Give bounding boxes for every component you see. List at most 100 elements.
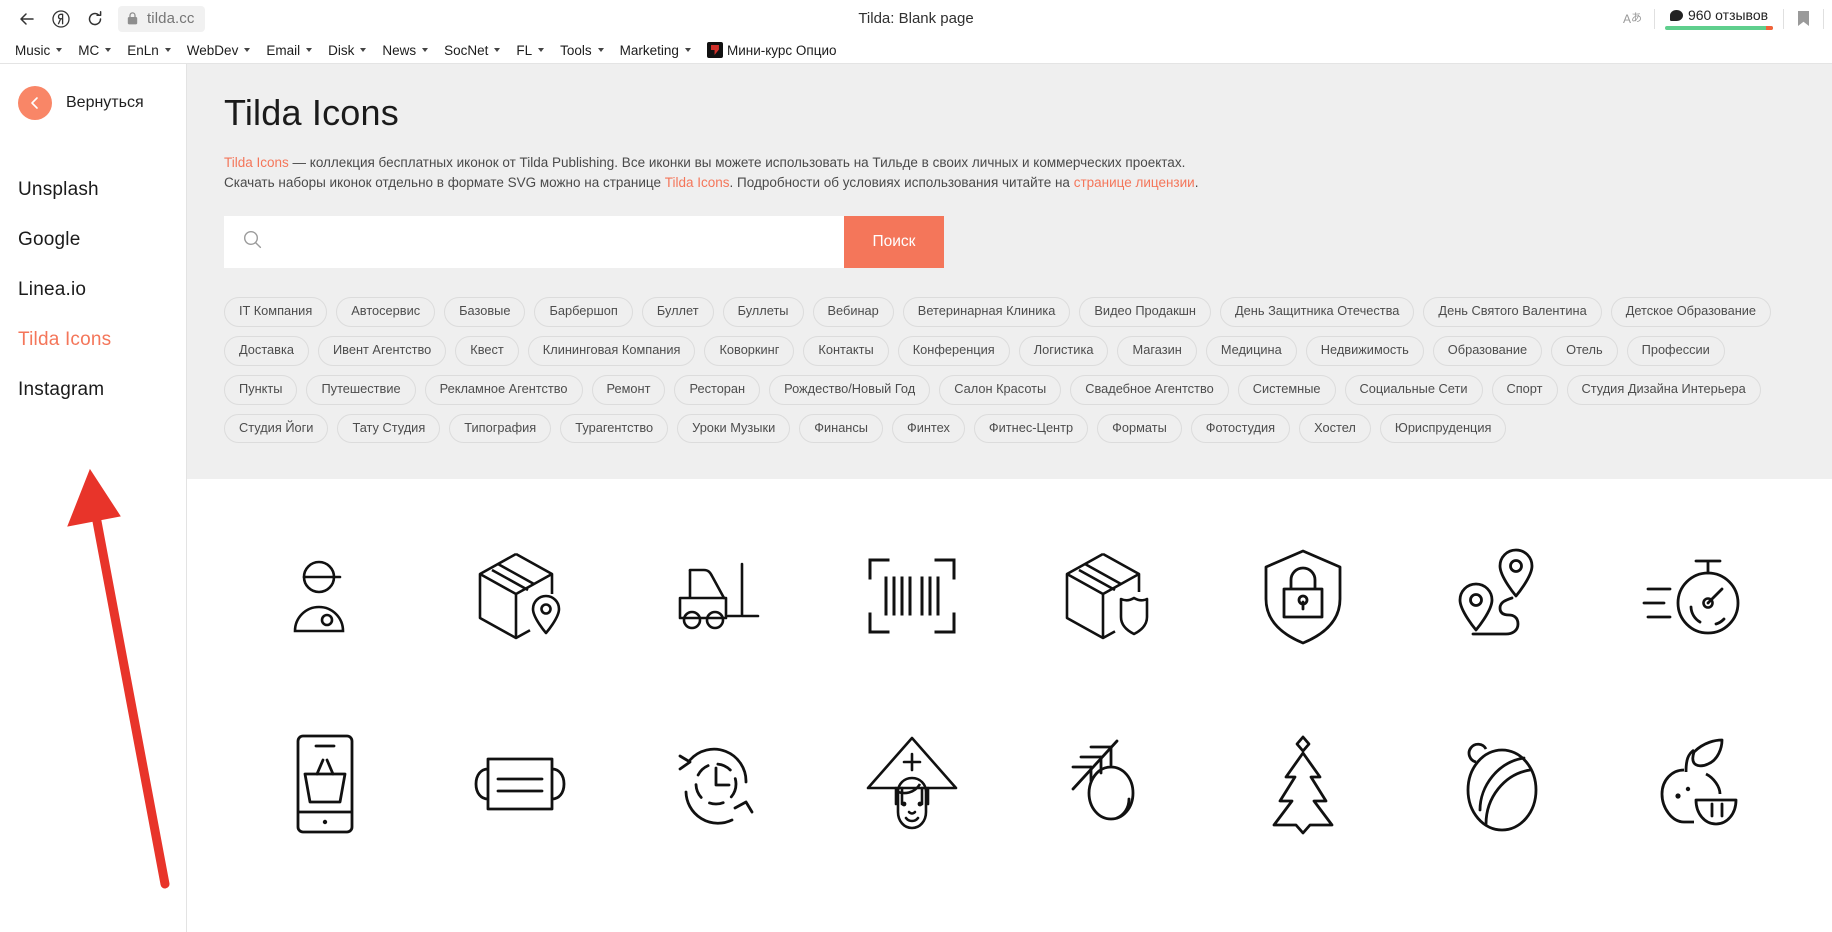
tag-chip[interactable]: Магазин [1117, 335, 1197, 366]
bookmark-item[interactable]: Email [259, 40, 319, 61]
branch-bauble-icon[interactable] [1010, 719, 1206, 849]
tag-chip[interactable]: Клининговая Компания [527, 335, 696, 366]
reviews-widget[interactable]: 960 отзывов [1655, 7, 1783, 30]
search-input[interactable] [263, 233, 844, 251]
translate-icon[interactable]: Aあ [1611, 4, 1654, 34]
bookmark-label: MC [78, 42, 100, 58]
back-button[interactable]: Вернуться [0, 79, 186, 127]
bookmark-icon[interactable] [1784, 4, 1823, 34]
tag-chip[interactable]: Хостел [1299, 413, 1371, 444]
bookmark-item[interactable]: Disk [321, 40, 373, 61]
tag-chip[interactable]: Ивент Агентство [317, 335, 447, 366]
tag-chip[interactable]: День Святого Валентина [1423, 297, 1602, 327]
tag-chip[interactable]: Недвижимость [1305, 335, 1424, 366]
tag-chip[interactable]: Студия Йоги [224, 413, 329, 444]
tag-chip[interactable]: Пункты [224, 374, 298, 405]
description-link-license[interactable]: странице лицензии [1074, 175, 1195, 190]
tag-chip[interactable]: Финансы [799, 413, 883, 444]
tag-chip[interactable]: Медицина [1205, 335, 1297, 366]
bookmark-item[interactable]: SocNet [437, 40, 507, 61]
tag-chip[interactable]: Барбершоп [534, 297, 633, 327]
tag-chip[interactable]: Студия Дизайна Интерьера [1566, 374, 1761, 405]
tag-chip[interactable]: Рождество/Новый Год [769, 374, 931, 405]
bookmark-item[interactable]: FL [509, 40, 551, 61]
package-shield-icon[interactable] [1010, 531, 1206, 661]
tag-chip[interactable]: Фотостудия [1190, 413, 1291, 444]
description-link-tilda-icons-2[interactable]: Tilda Icons [665, 175, 730, 190]
tag-chip[interactable]: Видео Продакшн [1079, 297, 1211, 327]
face-mask-icon[interactable] [423, 719, 619, 849]
tag-chip[interactable]: Свадебное Агентство [1070, 374, 1229, 405]
barcode-scan-icon[interactable] [814, 531, 1010, 661]
tag-chip[interactable]: Образование [1432, 335, 1543, 366]
clock-refresh-icon[interactable] [618, 719, 814, 849]
christmas-tree-icon[interactable] [1205, 719, 1401, 849]
bookmark-item[interactable]: Tools [553, 40, 611, 61]
bookmark-item[interactable]: MC [71, 40, 118, 61]
tag-chip[interactable]: Буллет [641, 297, 714, 327]
address-bar[interactable]: tilda.cc [118, 5, 205, 32]
tag-chip[interactable]: Салон Красоты [939, 374, 1062, 405]
tag-chip[interactable]: Ремонт [591, 374, 666, 405]
bookmark-item[interactable]: Marketing [613, 40, 698, 61]
description-link-tilda-icons-1[interactable]: Tilda Icons [224, 155, 289, 170]
package-location-icon[interactable] [423, 531, 619, 661]
girl-in-hood-icon[interactable] [814, 719, 1010, 849]
route-pins-icon[interactable] [1401, 531, 1597, 661]
tag-chip[interactable]: Турагентство [560, 413, 669, 444]
tag-chip[interactable]: Базовые [444, 297, 526, 327]
tag-chip[interactable]: Системные [1237, 374, 1336, 405]
bookmark-item[interactable]: EnLn [120, 40, 178, 61]
tag-chip[interactable]: Профессии [1626, 335, 1725, 366]
sidebar-item-tilda-icons[interactable]: Tilda Icons [0, 315, 186, 365]
courier-person-icon[interactable] [227, 531, 423, 661]
tag-chip[interactable]: Тату Студия [337, 413, 441, 444]
tag-chip[interactable]: Путешествие [306, 374, 416, 405]
sidebar-item-unsplash[interactable]: Unsplash [0, 165, 186, 215]
tag-chip[interactable]: Рекламное Агентство [424, 374, 583, 405]
sidebar-item-instagram[interactable]: Instagram [0, 365, 186, 415]
description-text-3: . [1194, 174, 1199, 190]
tag-chip[interactable]: Доставка [224, 335, 309, 366]
reload-icon[interactable] [78, 2, 112, 36]
tag-chip[interactable]: Контакты [803, 335, 889, 366]
tag-chip[interactable]: Буллеты [722, 297, 804, 327]
tag-chip[interactable]: Спорт [1491, 374, 1558, 405]
forklift-icon[interactable] [618, 531, 814, 661]
search-button[interactable]: Поиск [844, 216, 944, 269]
tag-chip[interactable]: Коворкинг [704, 335, 795, 366]
sidebar-item-google[interactable]: Google [0, 215, 186, 265]
bookmark-item[interactable]: News [375, 40, 435, 61]
tag-chip[interactable]: День Защитника Отечества [1220, 297, 1415, 327]
tag-chip[interactable]: Детское Образование [1610, 297, 1772, 327]
tag-chip[interactable]: Форматы [1097, 413, 1182, 444]
apple-citrus-icon[interactable] [1596, 719, 1792, 849]
url-text: tilda.cc [147, 10, 195, 27]
tag-chip[interactable]: Фитнес-Центр [973, 413, 1089, 444]
search-field[interactable] [224, 216, 844, 269]
bookmark-item[interactable]: Music [8, 40, 69, 61]
bookmark-item[interactable]: WebDev [180, 40, 258, 61]
tag-chip[interactable]: IT Компания [224, 297, 328, 327]
tag-chip[interactable]: Вебинар [812, 297, 894, 327]
tag-chip[interactable]: Типография [449, 413, 552, 444]
fast-stopwatch-icon[interactable] [1596, 531, 1792, 661]
sidebar-item-linea-io[interactable]: Linea.io [0, 265, 186, 315]
tag-chip[interactable]: Конференция [897, 335, 1010, 366]
tag-chip[interactable]: Ветеринарная Клиника [902, 297, 1071, 327]
christmas-ball-icon[interactable] [1401, 719, 1597, 849]
yandex-profile-icon[interactable] [44, 2, 78, 36]
bookmark-item[interactable]: Мини-курс Опцио [700, 39, 844, 61]
tag-chip[interactable]: Автосервис [336, 297, 436, 327]
tag-chip[interactable]: Финтех [891, 413, 965, 444]
tag-chip[interactable]: Уроки Музыки [677, 413, 791, 444]
shield-lock-icon[interactable] [1205, 531, 1401, 661]
tag-chip[interactable]: Ресторан [674, 374, 761, 405]
tag-chip[interactable]: Логистика [1018, 335, 1109, 366]
tag-chip[interactable]: Отель [1551, 335, 1618, 366]
tag-chip[interactable]: Социальные Сети [1344, 374, 1483, 405]
back-arrow-icon[interactable] [10, 2, 44, 36]
mobile-shopping-basket-icon[interactable] [227, 719, 423, 849]
tag-chip[interactable]: Квест [455, 335, 519, 366]
tag-chip[interactable]: Юриспруденция [1379, 413, 1507, 444]
